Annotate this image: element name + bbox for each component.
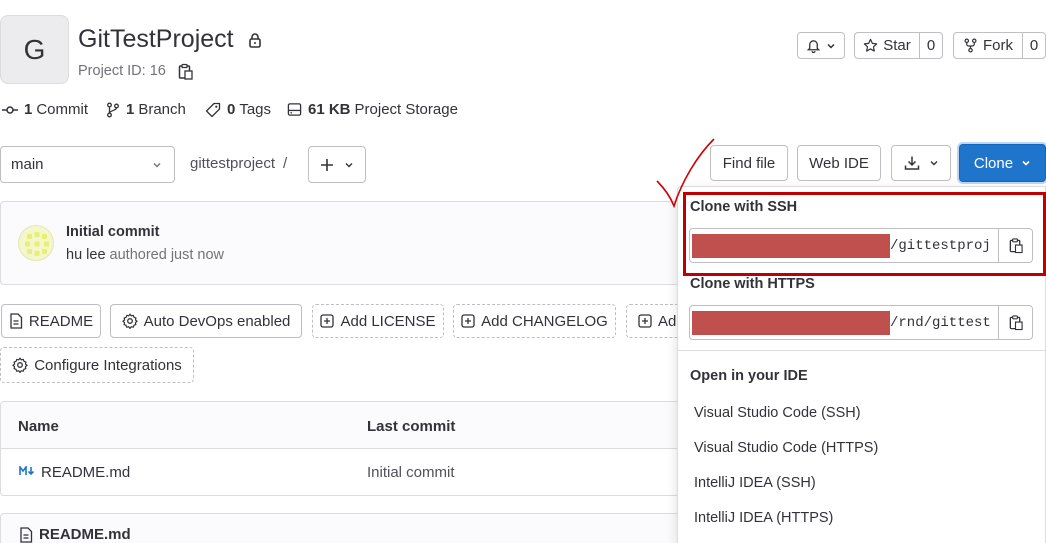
gear-icon bbox=[121, 313, 138, 329]
add-file-button[interactable] bbox=[308, 146, 366, 183]
ide-title: Open in your IDE bbox=[690, 368, 808, 384]
plus-square-icon bbox=[320, 314, 335, 328]
copy-id-icon[interactable] bbox=[177, 63, 193, 80]
clone-button[interactable]: Clone bbox=[959, 144, 1046, 182]
ide-item-intellij-https[interactable]: IntelliJ IDEA (HTTPS) bbox=[694, 510, 833, 526]
ide-item-vscode-ssh[interactable]: Visual Studio Code (SSH) bbox=[694, 405, 861, 421]
project-title[interactable]: GitTestProject bbox=[78, 25, 234, 54]
readme-title[interactable]: README.md bbox=[39, 526, 131, 543]
doc-icon bbox=[9, 313, 23, 329]
auto-devops-button[interactable]: Auto DevOps enabled bbox=[110, 304, 302, 338]
storage-stat[interactable]: 61 KB Project Storage bbox=[287, 101, 458, 118]
star-count[interactable]: 0 bbox=[919, 32, 943, 59]
web-ide-button[interactable]: Web IDE bbox=[797, 145, 881, 181]
commit-author[interactable]: hu lee bbox=[66, 247, 106, 263]
fork-count[interactable]: 0 bbox=[1022, 32, 1046, 59]
project-id: Project ID: 16 bbox=[78, 63, 166, 79]
storage-icon bbox=[287, 102, 302, 117]
project-avatar[interactable]: G bbox=[0, 15, 69, 84]
column-name: Name bbox=[18, 418, 59, 435]
file-name[interactable]: README.md bbox=[41, 464, 130, 481]
last-commit-panel bbox=[0, 201, 690, 285]
dropdown-divider bbox=[677, 350, 1046, 351]
fork-icon bbox=[963, 38, 978, 53]
branch-selector[interactable]: main bbox=[0, 146, 175, 183]
chevron-down-icon bbox=[152, 160, 162, 170]
plus-icon bbox=[320, 158, 334, 172]
redaction-bar bbox=[692, 310, 890, 335]
table-header: Name Last commit bbox=[1, 402, 689, 449]
branches-stat[interactable]: 1 Branch bbox=[106, 101, 186, 118]
download-icon bbox=[904, 155, 920, 171]
notifications-button[interactable] bbox=[797, 32, 845, 59]
readme-button[interactable]: README bbox=[1, 304, 101, 338]
star-icon bbox=[863, 38, 878, 53]
copy-icon bbox=[1008, 314, 1023, 331]
commits-stat[interactable]: 1 Commit bbox=[2, 101, 88, 118]
copy-https-button[interactable] bbox=[998, 305, 1033, 340]
configure-integrations-button[interactable]: Configure Integrations bbox=[0, 347, 194, 383]
tags-stat[interactable]: 0 Tags bbox=[205, 101, 271, 118]
branch-name: main bbox=[11, 156, 44, 173]
plus-square-icon bbox=[638, 314, 652, 328]
https-title: Clone with HTTPS bbox=[690, 276, 815, 292]
lock-icon bbox=[247, 32, 263, 48]
breadcrumb: gittestproject / bbox=[190, 155, 287, 172]
https-url-tail: /rnd/gittest bbox=[890, 314, 991, 331]
ide-item-vscode-https[interactable]: Visual Studio Code (HTTPS) bbox=[694, 440, 878, 456]
column-last-commit: Last commit bbox=[367, 418, 456, 435]
branch-icon bbox=[106, 102, 120, 118]
project-name: GitTestProject bbox=[78, 25, 234, 53]
star-label: Star bbox=[883, 37, 911, 54]
star-button[interactable]: Star bbox=[854, 32, 920, 59]
add-changelog-button[interactable]: Add CHANGELOG bbox=[453, 304, 616, 338]
chevron-down-icon bbox=[826, 41, 836, 51]
gear-icon bbox=[12, 357, 29, 373]
annotation-checkmark bbox=[656, 138, 715, 209]
chevron-down-icon bbox=[1021, 158, 1031, 168]
chevron-down-icon bbox=[929, 158, 939, 168]
https-url-field[interactable]: /rnd/gittest bbox=[689, 305, 999, 340]
bell-icon bbox=[806, 38, 821, 53]
avatar-letter: G bbox=[23, 33, 46, 65]
file-table: Name Last commit README.md Initial commi… bbox=[0, 401, 690, 496]
table-row[interactable]: README.md Initial commit bbox=[1, 449, 689, 495]
chevron-down-icon bbox=[344, 160, 354, 170]
download-button[interactable] bbox=[891, 145, 951, 181]
commit-icon bbox=[2, 104, 18, 116]
commit-byline: hu lee authored just now bbox=[66, 247, 224, 263]
breadcrumb-project[interactable]: gittestproject bbox=[190, 155, 275, 172]
commit-title[interactable]: Initial commit bbox=[66, 224, 159, 240]
breadcrumb-separator: / bbox=[283, 155, 288, 172]
file-last-commit[interactable]: Initial commit bbox=[367, 464, 455, 481]
plus-square-icon bbox=[461, 314, 475, 328]
author-avatar[interactable] bbox=[18, 225, 54, 261]
add-license-button[interactable]: Add LICENSE bbox=[312, 304, 444, 338]
tag-icon bbox=[205, 102, 221, 118]
fork-label: Fork bbox=[983, 37, 1013, 54]
commit-meta: authored just now bbox=[109, 247, 225, 263]
markdown-icon bbox=[19, 466, 35, 476]
annotation-highlight-box bbox=[683, 192, 1046, 276]
fork-button[interactable]: Fork bbox=[953, 32, 1023, 59]
ide-item-intellij-ssh[interactable]: IntelliJ IDEA (SSH) bbox=[694, 475, 816, 491]
doc-icon bbox=[19, 527, 33, 543]
